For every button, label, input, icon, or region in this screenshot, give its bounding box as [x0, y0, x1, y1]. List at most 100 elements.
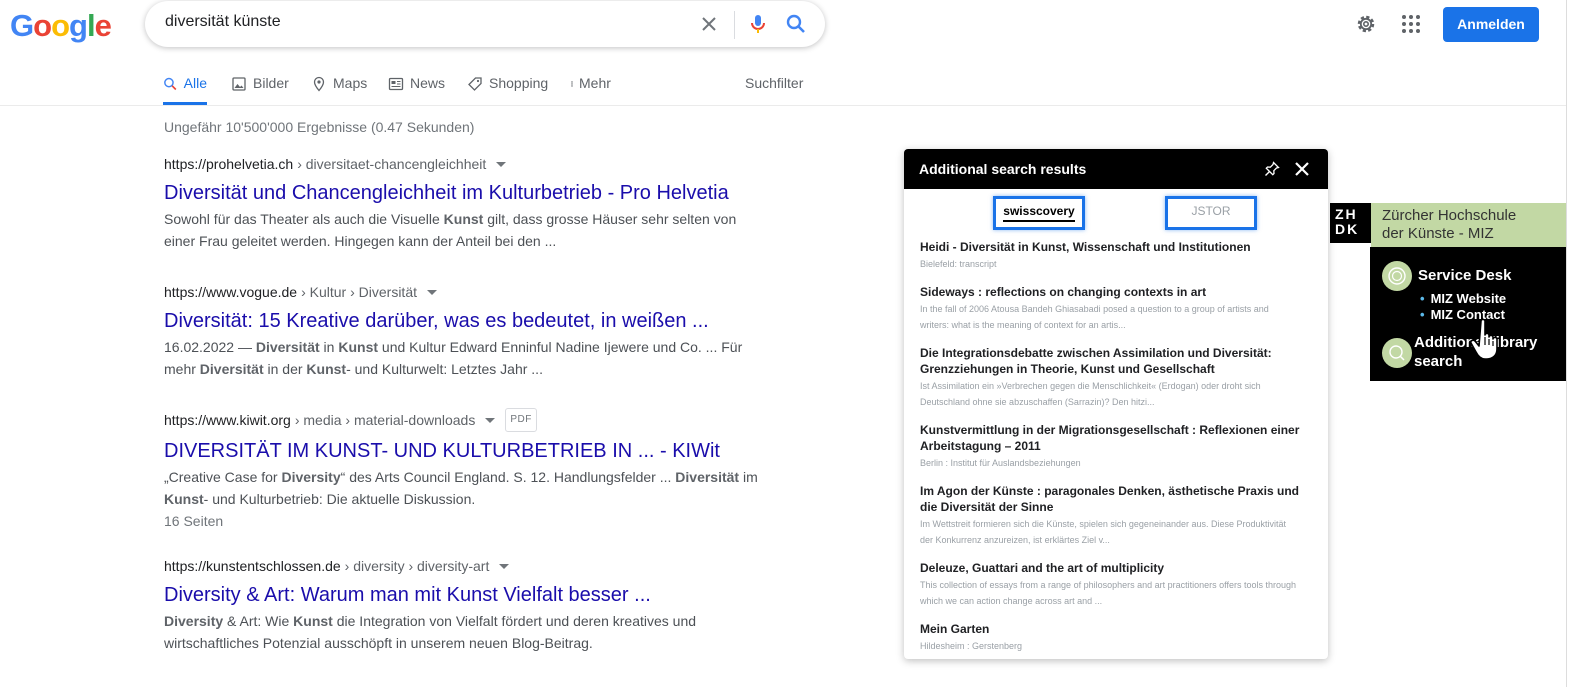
list-item[interactable]: Im Agon der Künste : paragonales Denken,… — [920, 483, 1300, 548]
logo-letter: l — [86, 8, 96, 43]
list-item[interactable]: Die Integrationsdebatte zwischen Assimil… — [920, 345, 1300, 410]
microphone-icon[interactable] — [746, 12, 770, 36]
list-item[interactable]: Heidi - Diversität in Kunst, Wissenschaf… — [920, 239, 1300, 272]
result-domain: https://www.vogue.de — [164, 284, 298, 300]
more-vert-icon — [571, 81, 573, 87]
logo-letter: g — [69, 8, 88, 43]
library-search-icon[interactable] — [1382, 338, 1412, 368]
item-title[interactable]: Kunstvermittlung in der Migrationsgesell… — [920, 422, 1300, 454]
result-title-link[interactable]: Diversity & Art: Warum man mit Kunst Vie… — [164, 582, 764, 608]
tab-maps[interactable]: Maps — [311, 70, 367, 105]
snippet-highlight: Diversität — [255, 339, 320, 355]
search-tabs: Alle Bilder Maps News Shopping Mehr Such… — [163, 70, 823, 106]
tab-label: Bilder — [253, 75, 289, 91]
item-title[interactable]: Sideways : reflections on changing conte… — [920, 284, 1300, 300]
snippet-text: Sowohl für das Theater als auch die Visu… — [164, 211, 444, 227]
tab-news[interactable]: News — [388, 70, 445, 105]
zhdk-logo[interactable]: ZH DK — [1330, 203, 1371, 243]
tab-all[interactable]: Alle — [163, 70, 207, 105]
zhdk-menu: Service Desk MIZ Website MIZ Contact Add… — [1370, 247, 1567, 381]
tab-more[interactable]: Mehr — [568, 70, 611, 105]
page-scrollbar[interactable] — [1566, 0, 1567, 687]
tab-swisscovery[interactable]: swisscovery — [993, 196, 1085, 230]
result-domain: https://prohelvetia.ch — [164, 156, 294, 172]
search-tools-button[interactable]: Suchfilter — [745, 70, 803, 105]
additional-results-panel: Additional search results swisscovery JS… — [904, 149, 1328, 659]
result-menu-caret-icon[interactable] — [427, 289, 437, 295]
snippet-text: in — [319, 339, 339, 355]
result-path: › diversitaet-chancengleichheit — [297, 156, 487, 172]
tab-images[interactable]: Bilder — [231, 70, 289, 105]
panel-title: Additional search results — [919, 161, 1087, 177]
miz-website-link[interactable]: MIZ Website — [1418, 291, 1507, 307]
close-icon[interactable] — [1293, 160, 1311, 178]
result-snippet: Diversity & Art: Wie Kunst die Integrati… — [164, 610, 764, 654]
service-desk-link[interactable]: Service Desk — [1418, 267, 1511, 284]
settings-gear-icon[interactable] — [1354, 12, 1378, 36]
tab-shopping[interactable]: Shopping — [467, 70, 548, 105]
result-domain: https://kunstentschlossen.de — [164, 558, 341, 574]
pin-icon[interactable] — [1264, 161, 1280, 177]
item-title[interactable]: Im Agon der Künste : paragonales Denken,… — [920, 483, 1300, 515]
snippet-text: & Art: Wie — [223, 613, 294, 629]
sign-in-button[interactable]: Anmelden — [1443, 7, 1539, 42]
list-item[interactable]: Kunstvermittlung in der Migrationsgesell… — [920, 422, 1300, 471]
item-title[interactable]: Deleuze, Guattari and the art of multipl… — [920, 560, 1300, 576]
snippet-highlight: Kunst — [443, 211, 484, 227]
list-item[interactable]: Mein Garten Hildesheim : Gerstenberg — [920, 621, 1300, 654]
tab-label: swisscovery — [1003, 204, 1075, 222]
item-subtitle: This collection of essays from a range o… — [920, 580, 1297, 606]
snippet-text: in der — [263, 361, 307, 377]
item-title[interactable]: Die Integrationsdebatte zwischen Assimil… — [920, 345, 1300, 377]
result-cite: https://www.kiwit.org › media › material… — [164, 408, 764, 432]
result-cite: https://kunstentschlossen.de › diversity… — [164, 556, 764, 576]
search-icon — [164, 77, 177, 91]
item-subtitle: Berlin : Institut für Auslandsbeziehunge… — [920, 458, 1081, 468]
search-result: https://www.kiwit.org › media › material… — [164, 408, 764, 532]
map-pin-icon — [313, 76, 325, 92]
snippet-highlight: Kunst — [164, 491, 204, 507]
snippet-text: - und Kulturbetrieb: Die aktuelle Diskus… — [203, 491, 476, 507]
result-stats: Ungefähr 10'500'000 Ergebnisse (0.47 Sek… — [164, 119, 475, 135]
item-title[interactable]: Heidi - Diversität in Kunst, Wissenschaf… — [920, 239, 1300, 255]
item-title[interactable]: Mein Garten — [920, 621, 1300, 637]
list-item[interactable]: Deleuze, Guattari and the art of multipl… — [920, 560, 1300, 609]
snippet-text: - und Kulturwelt: Letztes Jahr ... — [346, 361, 543, 377]
item-subtitle: Im Wettstreit formieren sich die Künste,… — [920, 519, 1287, 545]
image-icon — [232, 77, 246, 91]
tab-label: Shopping — [489, 75, 549, 91]
snippet-highlight: Diversität — [199, 361, 264, 377]
tab-jstor[interactable]: JSTOR — [1165, 196, 1257, 230]
result-menu-caret-icon[interactable] — [485, 417, 496, 423]
search-box[interactable] — [145, 1, 825, 47]
search-icon[interactable] — [784, 12, 808, 36]
pdf-badge: PDF — [505, 408, 537, 432]
snippet-highlight: Diversität — [675, 469, 740, 485]
result-menu-caret-icon[interactable] — [496, 161, 507, 167]
result-title-link[interactable]: Diversität: 15 Kreative darüber, was es … — [164, 308, 764, 334]
tab-label: Mehr — [579, 75, 611, 91]
service-desk-icon[interactable] — [1382, 261, 1412, 291]
news-icon — [388, 77, 404, 91]
snippet-text: “ des Arts Council England. S. 12. Handl… — [340, 469, 676, 485]
tab-label: Suchfilter — [745, 75, 804, 91]
list-item[interactable]: Sideways : reflections on changing conte… — [920, 284, 1300, 333]
result-title-link[interactable]: DIVERSITÄT IM KUNST- UND KULTURBETRIEB I… — [164, 438, 764, 464]
result-cite: https://prohelvetia.ch › diversitaet-cha… — [164, 154, 764, 174]
snippet-text: „Creative Case for — [164, 469, 282, 485]
tab-label: News — [410, 75, 446, 91]
item-subtitle: Bielefeld: transcript — [920, 259, 997, 269]
result-snippet: Sowohl für das Theater als auch die Visu… — [164, 208, 764, 252]
search-input[interactable] — [165, 13, 685, 31]
apps-grid-icon[interactable] — [1399, 12, 1423, 36]
clear-icon[interactable] — [697, 12, 721, 36]
item-subtitle: In the fall of 2006 Atousa Bandeh Ghiasa… — [920, 304, 1269, 330]
google-logo[interactable]: Google — [10, 8, 112, 44]
result-title-link[interactable]: Diversität und Chancengleichheit im Kult… — [164, 180, 764, 206]
result-menu-caret-icon[interactable] — [499, 563, 510, 569]
search-divider — [734, 11, 735, 39]
logo-letter: e — [94, 8, 112, 43]
logo-line: DK — [1335, 221, 1360, 237]
logo-letter: o — [33, 8, 52, 43]
hand-cursor-icon — [1470, 318, 1498, 360]
